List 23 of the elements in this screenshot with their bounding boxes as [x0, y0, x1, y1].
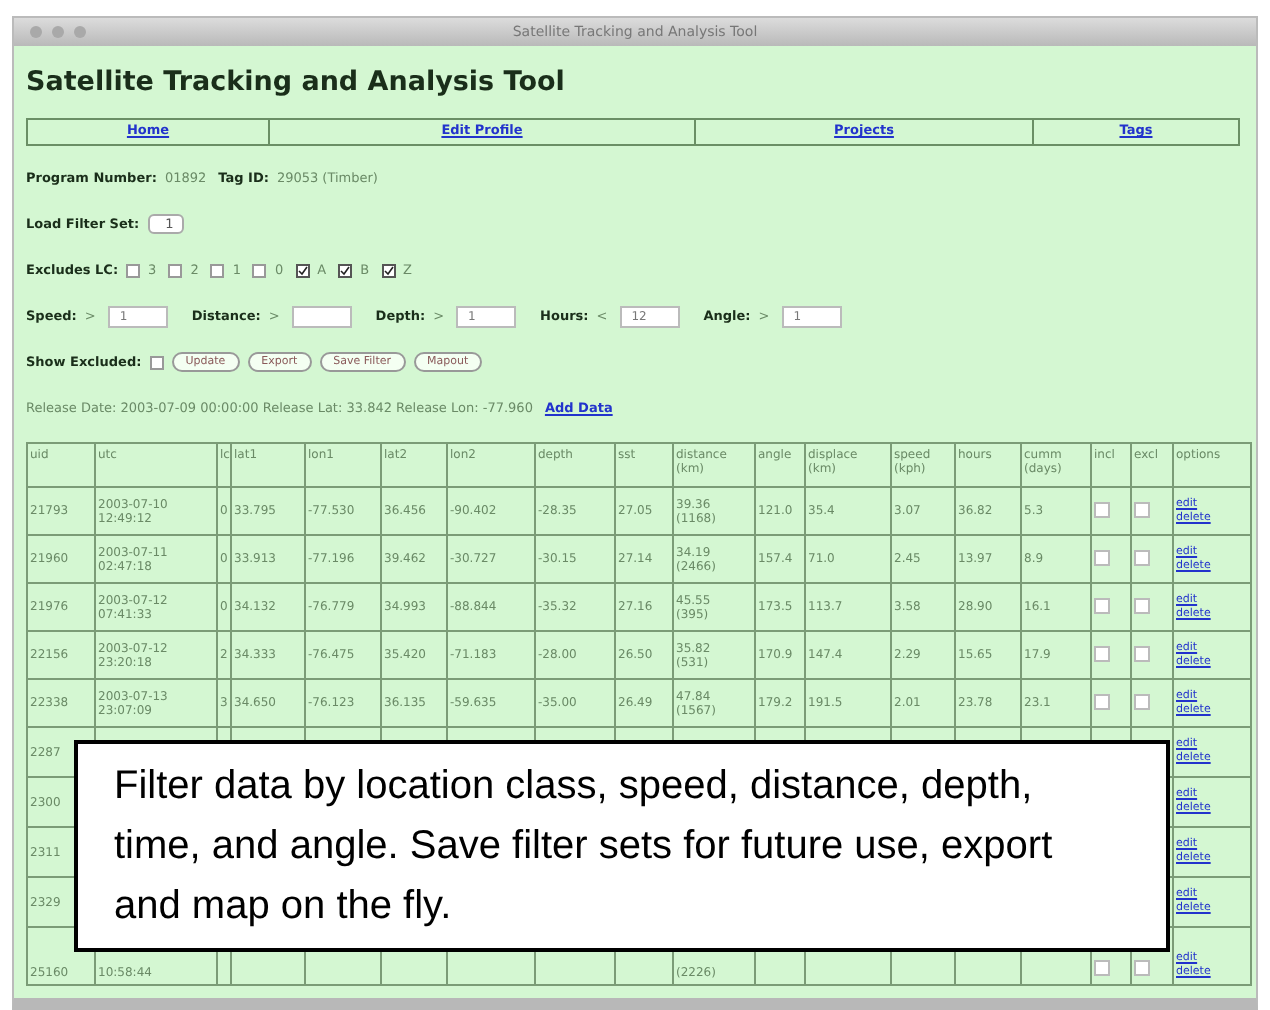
exclude-checkbox[interactable] — [1134, 597, 1150, 613]
checkbox[interactable] — [126, 263, 141, 277]
checkbox[interactable] — [338, 263, 353, 277]
include-checkbox[interactable] — [1094, 693, 1110, 709]
exclude-checkbox[interactable] — [1134, 645, 1150, 661]
include-checkbox[interactable] — [1094, 960, 1110, 976]
checkbox[interactable] — [295, 263, 310, 277]
callout-box: Filter data by location class, speed, distance, depth, time, and angle. Save filter sets for future use, export and map on the fly. — [74, 740, 1170, 952]
input-field[interactable] — [291, 305, 352, 327]
include-checkbox[interactable] — [1094, 597, 1110, 613]
checkbox[interactable] — [149, 355, 164, 369]
checkbox[interactable] — [210, 263, 225, 277]
exclude-checkbox[interactable] — [1134, 501, 1150, 517]
checkbox[interactable] — [168, 263, 183, 277]
exclude-checkbox[interactable] — [1134, 549, 1150, 565]
page-heading: Satellite Tracking and Analysis Tool — [26, 64, 567, 100]
include-checkbox[interactable] — [1094, 501, 1110, 517]
exclude-checkbox[interactable] — [1134, 960, 1150, 976]
include-checkbox[interactable] — [1094, 549, 1110, 565]
include-checkbox[interactable] — [1094, 645, 1110, 661]
checkbox[interactable] — [252, 263, 267, 277]
checkbox[interactable] — [381, 263, 396, 277]
exclude-checkbox[interactable] — [1134, 693, 1150, 709]
